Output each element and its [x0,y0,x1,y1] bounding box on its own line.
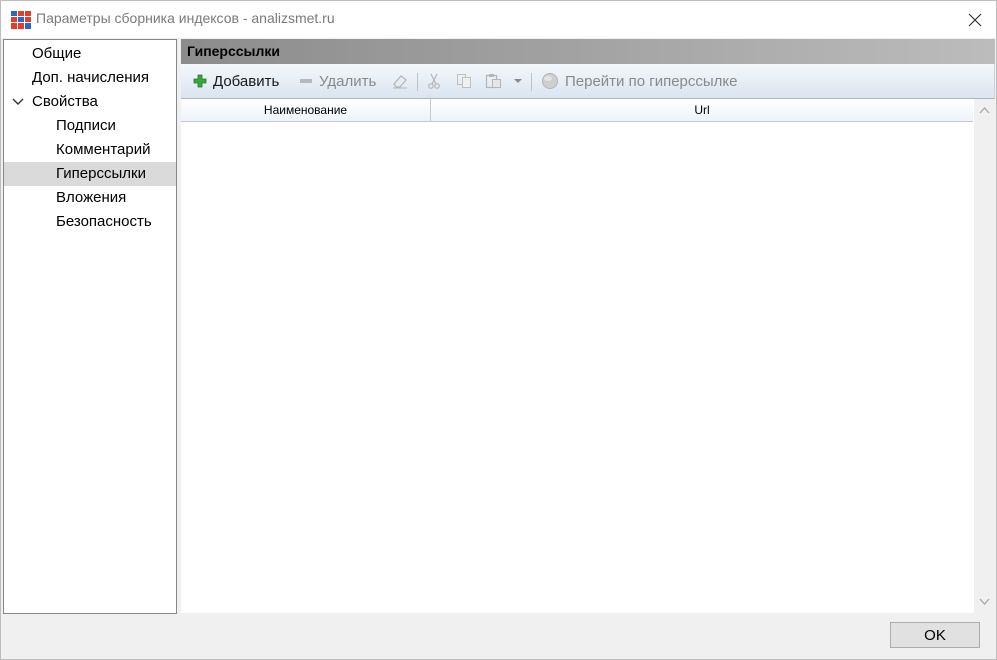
dropdown-arrow-icon [514,79,522,83]
nav-item-comment[interactable]: Комментарий [4,138,176,162]
column-header-name[interactable]: Наименование [181,99,430,121]
close-icon [968,13,982,26]
nav-item-label: Комментарий [56,141,151,158]
scroll-down-arrow-icon[interactable] [978,595,991,608]
copy-button[interactable] [456,70,472,92]
clear-button[interactable] [391,70,409,92]
chevron-down-icon[interactable] [12,98,24,106]
add-button[interactable]: Добавить [193,70,279,92]
plus-icon [193,74,207,88]
nav-item-label: Подписи [56,117,116,134]
minus-icon [300,79,312,83]
toolbar-separator [417,73,418,91]
nav-item-security[interactable]: Безопасность [4,210,176,234]
paste-icon [485,74,501,89]
nav-item-label: Вложения [56,189,127,206]
nav-item-hyperlinks[interactable]: Гиперссылки [4,162,176,186]
cut-icon [428,73,440,89]
nav-item-label: Безопасность [56,213,152,230]
goto-hyperlink-button[interactable]: Перейти по гиперссылке [541,70,738,92]
dialog-window: Параметры сборника индексов - analizsmet… [0,0,997,660]
nav-item-extra-charges[interactable]: Доп. начисления [4,66,176,90]
settings-nav-tree: Общие Доп. начисления Свойства Подписи К… [3,39,177,614]
title-bar: Параметры сборника индексов - analizsmet… [1,1,996,38]
scroll-up-arrow-icon[interactable] [978,104,991,117]
paste-button[interactable] [485,70,503,92]
hyperlinks-grid[interactable] [181,122,973,613]
nav-item-properties[interactable]: Свойства [4,90,176,114]
toolbar: Добавить Удалить Перейти по гиперссылке [181,64,995,99]
delete-label: Удалить [319,72,377,90]
nav-item-label: Доп. начисления [32,69,149,86]
close-button[interactable] [955,1,995,38]
add-label: Добавить [213,72,280,90]
goto-hyperlink-label: Перейти по гиперссылке [565,72,738,90]
grid-blocks-icon [11,11,31,29]
nav-item-label: Общие [32,45,82,62]
copy-icon [457,74,471,88]
vertical-scrollbar[interactable] [974,99,995,613]
column-header-url[interactable]: Url [431,99,973,121]
section-header: Гиперссылки [181,39,995,64]
toolbar-separator [531,73,532,91]
hyperlinks-panel: Гиперссылки Добавить Удалить Перейти по … [181,39,995,613]
cut-button[interactable] [427,70,441,92]
eraser-icon [393,75,407,89]
nav-item-label: Гиперссылки [56,165,146,182]
nav-item-general[interactable]: Общие [4,42,176,66]
nav-item-attachments[interactable]: Вложения [4,186,176,210]
globe-icon [542,73,558,89]
section-title: Гиперссылки [187,43,281,59]
paste-dropdown-button[interactable] [513,70,523,92]
delete-button[interactable]: Удалить [299,70,376,92]
ok-button[interactable]: OK [890,622,980,648]
window-title: Параметры сборника индексов - analizsmet… [36,10,335,26]
grid-header: Наименование Url [181,99,973,122]
nav-item-signatures[interactable]: Подписи [4,114,176,138]
nav-item-label: Свойства [32,93,98,110]
